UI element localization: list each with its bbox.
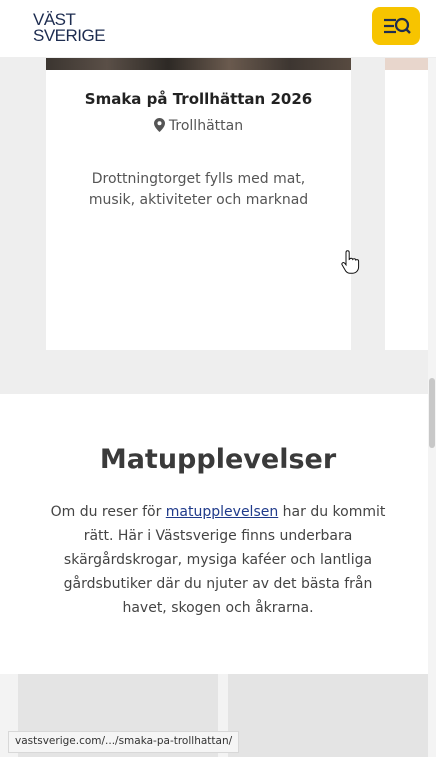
link-status-bar: vastsverige.com/.../smaka-pa-trollhattan… [8,731,240,753]
vastsverige-logo[interactable]: VÄST SVERIGE [30,10,130,50]
menu-search-button[interactable] [372,7,420,45]
intro-text-start: Om du reser för [50,504,166,520]
event-description: Drottningtorget fylls med mat, musik, ak… [88,171,309,208]
site-header: VÄST SVERIGE [0,0,436,58]
event-card[interactable]: Smaka på Trollhättan 2026 Trollhättan Dr… [46,58,351,350]
event-title: Smaka på Trollhättan 2026 [84,90,313,108]
intro-text-end: har du kommit rätt. Här i Västsverige fi… [63,504,386,616]
section-intro: Om du reser för matupplevelsen har du ko… [40,500,396,620]
hand-pointer-icon [341,250,360,274]
menu-search-icon [384,17,411,34]
event-location: Trollhättan [46,118,351,134]
section-title: Matupplevelser [99,444,337,475]
food-experience-link[interactable]: matupplevelsen [166,504,278,520]
logo-line-2: SVERIGE [33,26,106,45]
map-pin-icon [153,118,165,132]
photo-tile[interactable] [228,674,428,757]
event-location-text: Trollhättan [168,118,244,134]
scrollbar-thumb[interactable] [429,378,435,448]
event-card-image [46,58,351,70]
scrollbar[interactable] [428,58,436,757]
